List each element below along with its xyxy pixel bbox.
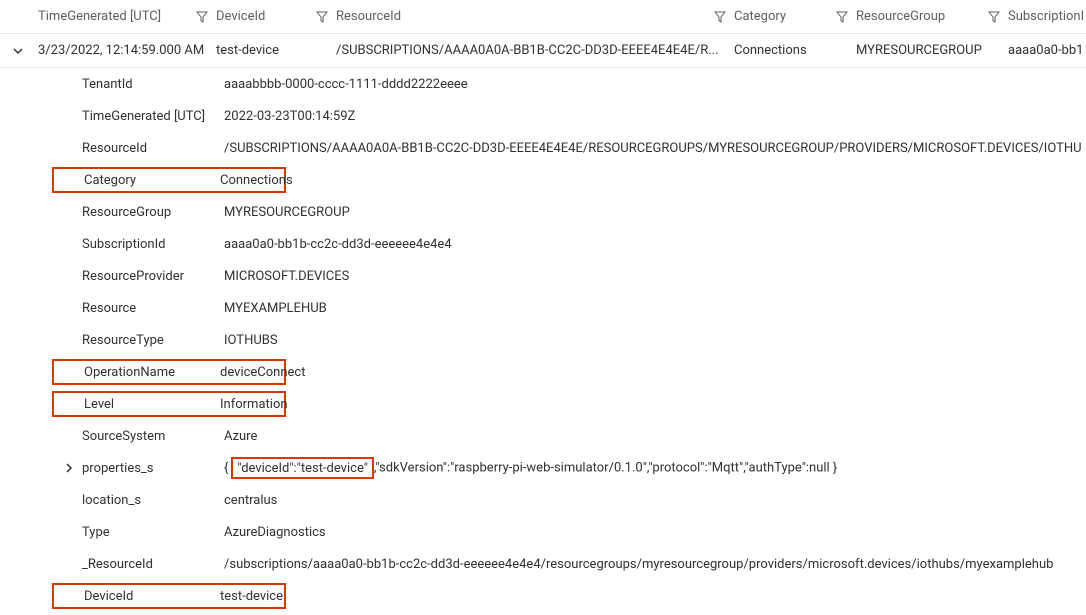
detail-value: MYRESOURCEGROUP <box>224 205 1086 220</box>
filter-icon[interactable] <box>836 11 848 23</box>
detail-value: /subscriptions/aaaa0a0-bb1b-cc2c-dd3d-ee… <box>224 557 1086 572</box>
chevron-down-icon <box>12 45 24 57</box>
detail-row-category: Category Connections <box>0 164 1086 196</box>
filter-icon[interactable] <box>196 11 208 23</box>
header-resourcegroup-label: ResourceGroup <box>856 9 945 24</box>
highlight-operationname: OperationName deviceConnect <box>52 359 286 385</box>
table-row[interactable]: 3/23/2022, 12:14:59.000 AM test-device /… <box>0 34 1086 68</box>
detail-row-timegenerated: TimeGenerated [UTC] 2022-03-23T00:14:59Z <box>0 100 1086 132</box>
detail-row-resource: Resource MYEXAMPLEHUB <box>0 292 1086 324</box>
expand-toggle[interactable] <box>56 463 82 473</box>
detail-key: _ResourceId <box>82 557 224 572</box>
detail-key: properties_s <box>82 461 224 476</box>
cell-deviceid: test-device <box>216 43 336 58</box>
detail-key: SourceSystem <box>82 429 224 444</box>
detail-value: 2022-03-23T00:14:59Z <box>224 109 1086 124</box>
filter-icon[interactable] <box>714 11 726 23</box>
detail-row-tenantid: TenantId aaaabbbb-0000-cccc-1111-dddd222… <box>0 68 1086 100</box>
detail-value: aaaabbbb-0000-cccc-1111-dddd2222eeee <box>224 77 1086 92</box>
header-deviceid-label: DeviceId <box>216 9 265 24</box>
detail-key: ResourceGroup <box>82 205 224 220</box>
detail-row-operationname: OperationName deviceConnect <box>0 356 1086 388</box>
detail-row-type: Type AzureDiagnostics <box>0 516 1086 548</box>
highlight-category: Category Connections <box>52 167 286 193</box>
detail-key: Level <box>84 397 220 412</box>
detail-key: ResourceId <box>82 141 224 156</box>
detail-value: MYEXAMPLEHUB <box>224 301 1086 316</box>
detail-key: TenantId <box>82 77 224 92</box>
detail-key: TimeGenerated [UTC] <box>82 109 224 124</box>
detail-value: Connections <box>220 173 297 188</box>
detail-value: {"deviceId":"test-device","sdkVersion":"… <box>224 457 1086 479</box>
header-subscriptionid[interactable]: SubscriptionI <box>1008 0 1086 33</box>
cell-resourceid: /SUBSCRIPTIONS/AAAA0A0A-BB1B-CC2C-DD3D-E… <box>336 43 734 58</box>
detail-key: location_s <box>82 493 224 508</box>
filter-icon[interactable] <box>316 11 328 23</box>
header-category[interactable]: Category <box>734 0 856 33</box>
detail-row-resourcetype: ResourceType IOTHUBS <box>0 324 1086 356</box>
detail-value: Azure <box>224 429 1086 444</box>
detail-row-sourcesystem: SourceSystem Azure <box>0 420 1086 452</box>
detail-panel: TenantId aaaabbbb-0000-cccc-1111-dddd222… <box>0 68 1086 612</box>
detail-key: SubscriptionId <box>82 237 224 252</box>
detail-key: OperationName <box>84 365 220 380</box>
chevron-right-icon <box>64 463 74 473</box>
detail-value: AzureDiagnostics <box>224 525 1086 540</box>
header-resourceid-label: ResourceId <box>336 9 401 24</box>
cell-category: Connections <box>734 43 856 58</box>
detail-row-level: Level Information <box>0 388 1086 420</box>
detail-key: ResourceType <box>82 333 224 348</box>
detail-row-subscriptionid: SubscriptionId aaaa0a0-bb1b-cc2c-dd3d-ee… <box>0 228 1086 260</box>
detail-row-resourceprovider: ResourceProvider MICROSOFT.DEVICES <box>0 260 1086 292</box>
cell-time: 3/23/2022, 12:14:59.000 AM <box>36 43 216 58</box>
cell-subscriptionid: aaaa0a0-bb1 <box>1008 43 1086 58</box>
header-timegenerated[interactable]: TimeGenerated [UTC] <box>36 0 216 33</box>
header-timegenerated-label: TimeGenerated [UTC] <box>38 9 161 24</box>
header-subscriptionid-label: SubscriptionI <box>1008 9 1084 24</box>
detail-row-location: location_s centralus <box>0 484 1086 516</box>
detail-key: ResourceProvider <box>82 269 224 284</box>
detail-value: IOTHUBS <box>224 333 1086 348</box>
detail-value: deviceConnect <box>220 365 309 380</box>
highlight-deviceid: DeviceId test-device <box>52 583 286 609</box>
table-header: TimeGenerated [UTC] DeviceId ResourceId … <box>0 0 1086 34</box>
highlight-deviceid-json: "deviceId":"test-device" <box>231 457 374 479</box>
header-resourcegroup[interactable]: ResourceGroup <box>856 0 1008 33</box>
header-resourceid[interactable]: ResourceId <box>336 0 734 33</box>
detail-row-resourceid: ResourceId /SUBSCRIPTIONS/AAAA0A0A-BB1B-… <box>0 132 1086 164</box>
detail-value: Information <box>220 397 292 412</box>
header-deviceid[interactable]: DeviceId <box>216 0 336 33</box>
detail-key: DeviceId <box>84 589 220 604</box>
detail-key: Category <box>84 173 220 188</box>
filter-icon[interactable] <box>988 11 1000 23</box>
detail-value: /SUBSCRIPTIONS/AAAA0A0A-BB1B-CC2C-DD3D-E… <box>224 141 1086 156</box>
detail-key: Resource <box>82 301 224 316</box>
highlight-level: Level Information <box>52 391 286 417</box>
cell-resourcegroup: MYRESOURCEGROUP <box>856 43 1008 58</box>
detail-row-resourcegroup: ResourceGroup MYRESOURCEGROUP <box>0 196 1086 228</box>
detail-row-deviceid: DeviceId test-device <box>0 580 1086 612</box>
detail-key: Type <box>82 525 224 540</box>
detail-value: aaaa0a0-bb1b-cc2c-dd3d-eeeeee4e4e4 <box>224 237 1086 252</box>
detail-row-resourceid2: _ResourceId /subscriptions/aaaa0a0-bb1b-… <box>0 548 1086 580</box>
header-category-label: Category <box>734 9 786 24</box>
collapse-toggle[interactable] <box>0 45 36 57</box>
detail-value: test-device <box>220 589 287 604</box>
detail-value: centralus <box>224 493 1086 508</box>
detail-value: MICROSOFT.DEVICES <box>224 269 1086 284</box>
detail-row-properties: properties_s {"deviceId":"test-device","… <box>0 452 1086 484</box>
